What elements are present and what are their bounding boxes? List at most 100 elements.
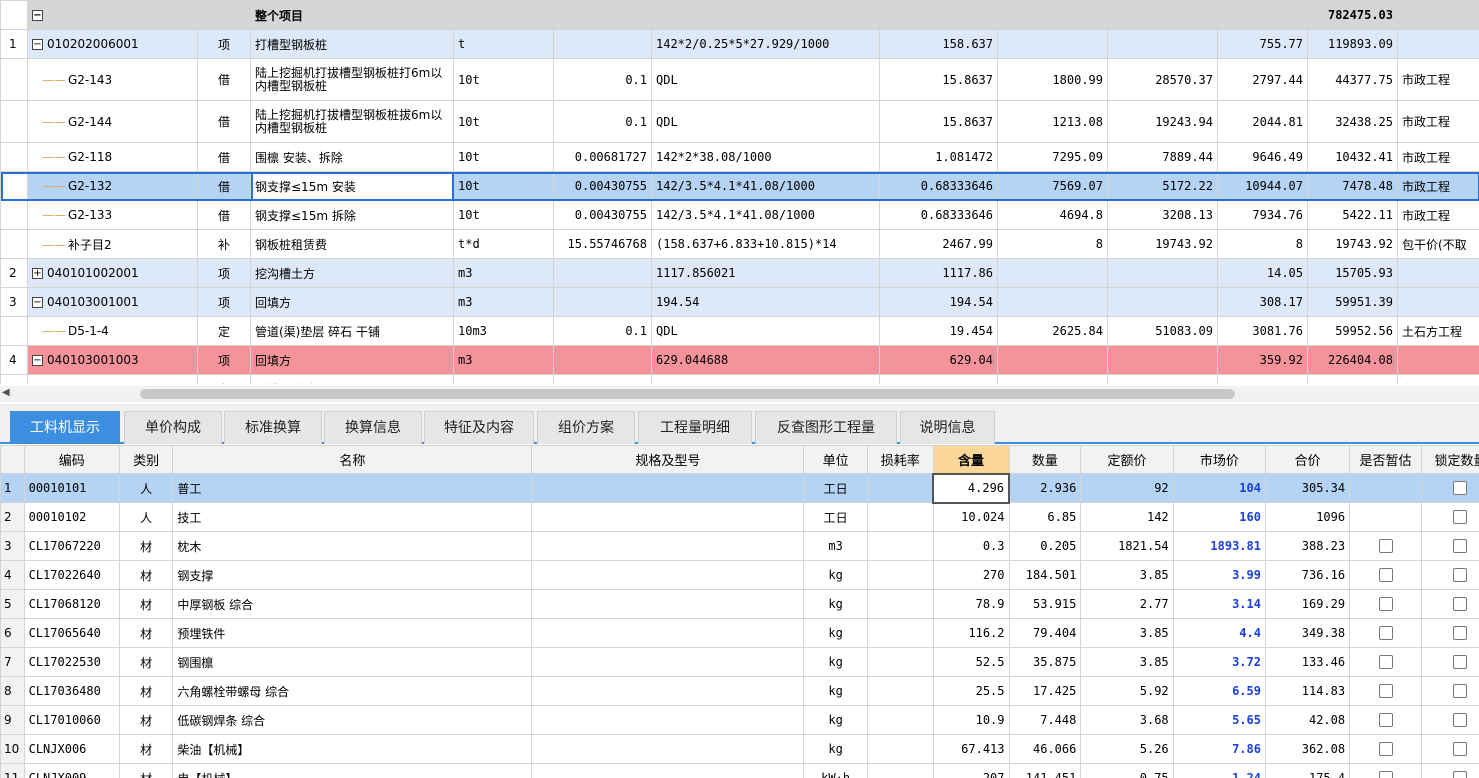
- quota-row[interactable]: —— G2-133 借钢支撑≤15m 拆除 10t 0.00430755 142/3.5*…: [0, 200, 1479, 230]
- resource-code[interactable]: CL17067220: [23, 531, 121, 561]
- lock-quantity-checkbox[interactable]: [1453, 655, 1468, 670]
- tab-3[interactable]: 换算信息: [324, 411, 422, 444]
- resource-name[interactable]: 六角螺栓带螺母 综合: [172, 676, 533, 706]
- resource-row[interactable]: 1 00010101 人普工 工日 4.296 2.936 92 104 305.34: [0, 472, 1479, 504]
- resource-content[interactable]: 25.5: [932, 676, 1010, 706]
- quota-row[interactable]: —— D5-1-4 定管道(渠)垫层 碎石 干铺 10m3 0.1 QDL 19.454 26…: [0, 316, 1479, 346]
- resource-row[interactable]: 4 CL17022640 材钢支撑 kg 270 184.501 3.85 3.99 736.1…: [0, 560, 1479, 590]
- resource-row[interactable]: 2 00010102 人技工 工日 10.024 6.85 142 160 1096: [0, 502, 1479, 532]
- resource-content[interactable]: 116.2: [932, 618, 1010, 648]
- resource-market-price[interactable]: 3.14: [1172, 589, 1266, 619]
- resource-market-price[interactable]: 5.65: [1172, 705, 1266, 735]
- item-name[interactable]: 沟槽回填砂: [250, 374, 454, 384]
- column-header[interactable]: 规格及型号: [531, 445, 805, 474]
- item-expression[interactable]: QDL: [651, 100, 880, 143]
- item-content[interactable]: 0.1: [553, 100, 652, 143]
- resource-name[interactable]: 钢支撑: [172, 560, 533, 590]
- resource-code[interactable]: 00010101: [23, 473, 121, 503]
- item-content[interactable]: [553, 345, 652, 375]
- resource-loss[interactable]: [866, 531, 934, 561]
- estimate-checkbox[interactable]: [1378, 684, 1393, 699]
- tab-2[interactable]: 标准换算: [224, 411, 322, 444]
- lock-quantity-checkbox[interactable]: [1453, 713, 1468, 728]
- tab-0[interactable]: 工料机显示: [10, 411, 120, 444]
- item-unit[interactable]: m3: [453, 287, 554, 317]
- resource-unit[interactable]: kg: [803, 676, 868, 706]
- resource-spec[interactable]: [531, 618, 805, 648]
- resource-unit[interactable]: kg: [803, 560, 868, 590]
- resource-market-price[interactable]: 6.59: [1172, 676, 1266, 706]
- tab-7[interactable]: 反查图形工程量: [755, 411, 897, 444]
- item-unit[interactable]: t: [453, 29, 554, 59]
- resource-code[interactable]: 00010102: [23, 502, 121, 532]
- resource-loss[interactable]: [866, 734, 934, 764]
- resource-category[interactable]: 人: [118, 502, 174, 532]
- item-name[interactable]: 陆上挖掘机打拔槽型钢板桩拔6m以内槽型钢板桩: [250, 100, 454, 143]
- resource-unit[interactable]: 工日: [803, 502, 868, 532]
- item-name[interactable]: 回填方: [250, 345, 454, 375]
- resource-quantity[interactable]: 184.501: [1008, 560, 1082, 590]
- column-header[interactable]: 数量: [1008, 445, 1082, 474]
- resource-spec[interactable]: [531, 763, 805, 778]
- collapse-icon[interactable]: −: [32, 355, 43, 366]
- lock-quantity-checkbox[interactable]: [1453, 684, 1468, 699]
- resource-name[interactable]: 枕木: [172, 531, 533, 561]
- column-header[interactable]: 编码: [23, 445, 121, 474]
- item-content[interactable]: 0.1: [553, 316, 652, 346]
- estimate-checkbox[interactable]: [1378, 597, 1393, 612]
- resource-content[interactable]: 270: [932, 560, 1010, 590]
- resource-loss[interactable]: [866, 763, 934, 778]
- resource-code[interactable]: CL17036480: [23, 676, 121, 706]
- resource-loss[interactable]: [866, 502, 934, 532]
- resource-category[interactable]: 材: [118, 676, 174, 706]
- resource-name[interactable]: 低碳钢焊条 综合: [172, 705, 533, 735]
- resource-row[interactable]: 6 CL17065640 材预埋铁件 kg 116.2 79.404 3.85 4.4 349.…: [0, 618, 1479, 648]
- resource-quantity[interactable]: 6.85: [1008, 502, 1082, 532]
- resource-name[interactable]: 钢围檩: [172, 647, 533, 677]
- item-unit[interactable]: 10t: [453, 171, 554, 201]
- resource-unit[interactable]: kg: [803, 618, 868, 648]
- lock-quantity-checkbox[interactable]: [1453, 742, 1468, 757]
- project-root-row[interactable]: − 整个项目 782475.03: [0, 0, 1479, 30]
- column-header[interactable]: 类别: [118, 445, 174, 474]
- tab-1[interactable]: 单价构成: [124, 411, 222, 444]
- resource-name[interactable]: 普工: [172, 473, 533, 503]
- resource-quantity[interactable]: 2.936: [1008, 473, 1082, 503]
- resource-spec[interactable]: [531, 647, 805, 677]
- item-name[interactable]: 打槽型钢板桩: [250, 29, 454, 59]
- lock-quantity-checkbox[interactable]: [1453, 771, 1468, 778]
- lock-quantity-checkbox[interactable]: [1453, 568, 1468, 583]
- scrollbar-thumb[interactable]: [140, 389, 1235, 399]
- item-content[interactable]: 0.1: [553, 58, 652, 101]
- resource-loss[interactable]: [866, 705, 934, 735]
- column-header[interactable]: 是否暂估: [1349, 445, 1422, 474]
- resource-row[interactable]: 9 CL17010060 材低碳钢焊条 综合 kg 10.9 7.448 3.68 5.65 4…: [0, 705, 1479, 735]
- column-header[interactable]: 含量: [932, 445, 1010, 474]
- resource-unit[interactable]: kW·h: [803, 763, 868, 778]
- item-expression[interactable]: QDL: [651, 374, 880, 384]
- resource-unit[interactable]: m3: [803, 531, 868, 561]
- estimate-checkbox[interactable]: [1378, 713, 1393, 728]
- item-expression[interactable]: 142*2/0.25*5*27.929/1000: [651, 29, 880, 59]
- resource-row[interactable]: 7 CL17022530 材钢围檩 kg 52.5 35.875 3.85 3.72 133.4…: [0, 647, 1479, 677]
- estimate-checkbox[interactable]: [1378, 655, 1393, 670]
- resource-row[interactable]: 5 CL17068120 材中厚钢板 综合 kg 78.9 53.915 2.77 3.14 1…: [0, 589, 1479, 619]
- resource-spec[interactable]: [531, 676, 805, 706]
- tab-6[interactable]: 工程量明细: [638, 411, 752, 444]
- column-header[interactable]: [0, 445, 25, 474]
- resource-row[interactable]: 10 CLNJX006 材柴油【机械】 kg 67.413 46.066 5.26 7.86 3…: [0, 734, 1479, 764]
- item-content[interactable]: 15.55746768: [553, 229, 652, 259]
- resource-content[interactable]: 78.9: [932, 589, 1010, 619]
- resource-category[interactable]: 材: [118, 589, 174, 619]
- collapse-icon[interactable]: −: [32, 297, 43, 308]
- resource-unit[interactable]: kg: [803, 734, 868, 764]
- column-header[interactable]: 损耗率: [866, 445, 934, 474]
- expand-icon[interactable]: +: [32, 268, 43, 279]
- estimate-checkbox[interactable]: [1378, 568, 1393, 583]
- item-content[interactable]: 0.1: [553, 374, 652, 384]
- resource-spec[interactable]: [531, 531, 805, 561]
- estimate-checkbox[interactable]: [1378, 742, 1393, 757]
- collapse-icon[interactable]: −: [32, 39, 43, 50]
- item-expression[interactable]: 142/3.5*4.1*41.08/1000: [651, 171, 880, 201]
- bill-item-row[interactable]: 3−040103001001 项回填方 m3 194.54 194.54 308.17 59…: [0, 287, 1479, 317]
